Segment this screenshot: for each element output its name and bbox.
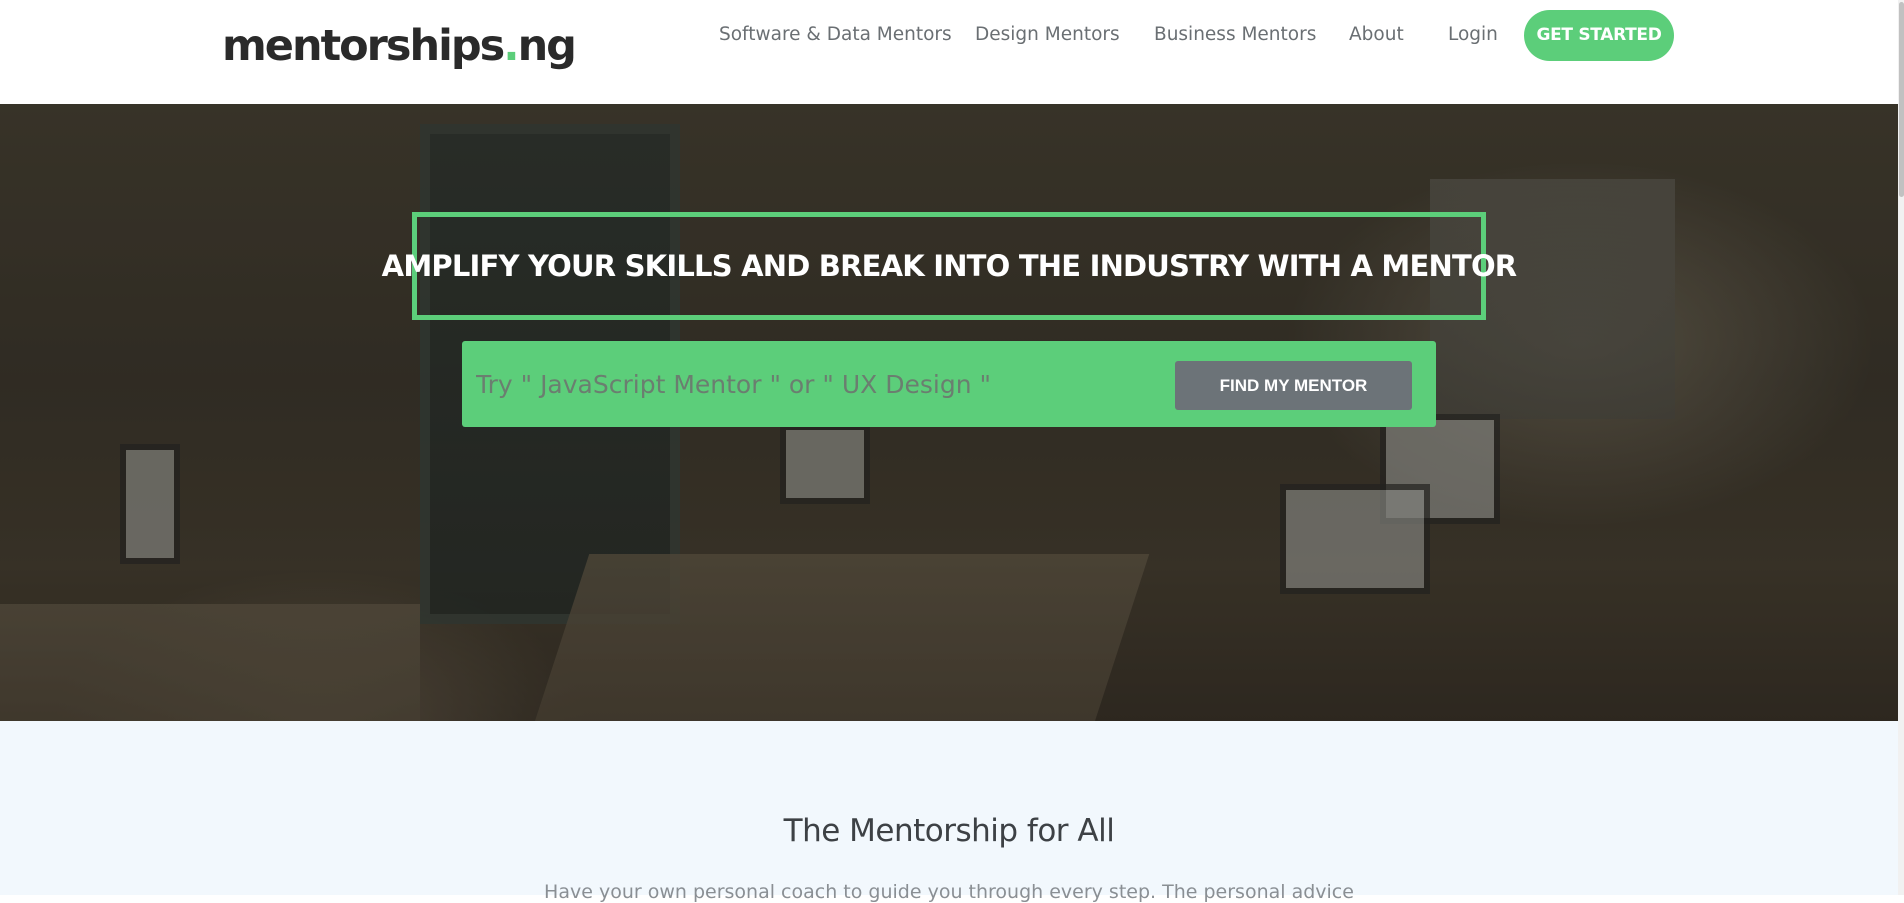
- nav-about[interactable]: About: [1349, 10, 1404, 60]
- nav-software-data-mentors[interactable]: Software & Data Mentors: [719, 10, 952, 60]
- headline-frame: AMPLIFY YOUR SKILLS AND BREAK INTO THE I…: [382, 212, 1517, 320]
- mentorship-intro-section: The Mentorship for All Have your own per…: [0, 721, 1898, 903]
- site-header: mentorships.ng Software & Data Mentors D…: [0, 0, 1898, 104]
- find-my-mentor-button[interactable]: FIND MY MENTOR: [1175, 361, 1412, 410]
- mentor-search-input[interactable]: [476, 353, 1166, 415]
- hero-banner: AMPLIFY YOUR SKILLS AND BREAK INTO THE I…: [0, 104, 1898, 721]
- page-scrollbar[interactable]: [1898, 0, 1904, 895]
- section-text: Have your own personal coach to guide yo…: [544, 881, 1354, 903]
- scrollbar-thumb[interactable]: [1899, 2, 1904, 197]
- nav-login[interactable]: Login: [1448, 10, 1498, 60]
- nav-design-mentors[interactable]: Design Mentors: [975, 10, 1120, 60]
- hero-headline: AMPLIFY YOUR SKILLS AND BREAK INTO THE I…: [381, 249, 1517, 283]
- search-panel: FIND MY MENTOR: [462, 341, 1436, 427]
- get-started-button[interactable]: GET STARTED: [1524, 10, 1674, 61]
- section-title: The Mentorship for All: [783, 813, 1115, 849]
- nav-business-mentors[interactable]: Business Mentors: [1154, 10, 1316, 60]
